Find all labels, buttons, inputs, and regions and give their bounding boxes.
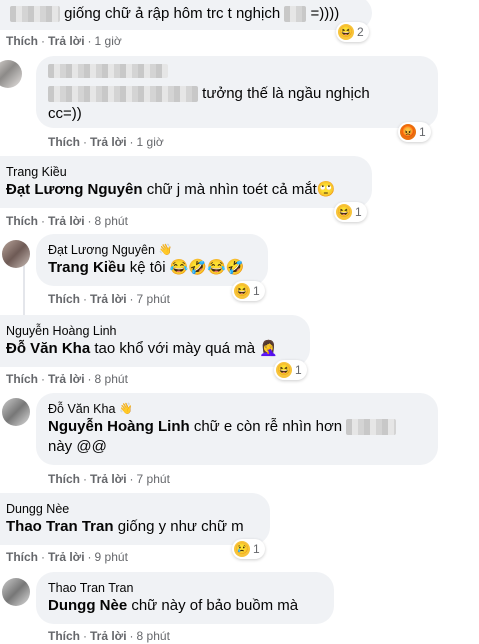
redacted-text <box>346 419 397 436</box>
mention-link[interactable]: Thao Tran Tran <box>6 518 114 535</box>
reply-button[interactable]: Trả lời <box>48 550 85 564</box>
avatar[interactable] <box>2 578 30 606</box>
comment-author[interactable]: Dungg Nèe <box>6 501 258 517</box>
comment-text: Dungg Nèe chữ này of bảo buồm mà <box>48 597 299 614</box>
comment-bubble: tưởng thế là ngầu nghịch cc=)) <box>36 56 438 128</box>
comment-bubble: Dungg Nèe Thao Tran Tran giống y như chữ… <box>0 493 270 545</box>
like-button[interactable]: Thích <box>48 135 80 149</box>
comment-text-line2: cc=)) <box>48 105 82 122</box>
reaction-badge[interactable]: 😡 1 <box>398 122 431 142</box>
comment-author[interactable]: Đỗ Văn Kha 👋 <box>48 401 426 417</box>
mention-link[interactable]: Trang Kiều <box>48 259 126 276</box>
reaction-count: 1 <box>253 542 260 556</box>
redacted-author <box>48 64 168 78</box>
reply-button[interactable]: Trả lời <box>48 34 85 48</box>
comment-author[interactable]: Thao Tran Tran <box>48 580 322 596</box>
comment-author[interactable]: Nguyễn Hoàng Linh <box>6 323 298 339</box>
like-button[interactable]: Thích <box>6 550 38 564</box>
reaction-count: 1 <box>419 125 426 139</box>
comment-text: Trang Kiều kệ tôi 😂🤣😂🤣 <box>48 259 245 276</box>
reply-button[interactable]: Trả lời <box>90 135 127 149</box>
reaction-badge[interactable]: 😢 1 <box>232 539 265 559</box>
mention-link[interactable]: Đạt Lương Nguyên <box>6 181 143 198</box>
timestamp: 8 phút <box>94 372 128 386</box>
reply-button[interactable]: Trả lời <box>90 292 127 306</box>
comment-bubble: Nguyễn Hoàng Linh Đỗ Văn Kha tao khổ với… <box>0 315 310 367</box>
mention-link[interactable]: Nguyễn Hoàng Linh <box>48 418 190 435</box>
like-button[interactable]: Thích <box>6 372 38 386</box>
comment-author[interactable]: Trang Kiều <box>6 164 360 180</box>
redacted-name <box>10 6 60 23</box>
reply-button[interactable]: Trả lời <box>48 214 85 228</box>
comment-bubble: Trang Kiều Đạt Lương Nguyên chữ j mà nhì… <box>0 156 372 208</box>
reaction-badge[interactable]: 😆 2 <box>336 22 369 42</box>
comment-text: giống chữ ả rập hôm trc t nghịch =)))) <box>10 4 360 24</box>
timestamp: 8 phút <box>136 629 170 643</box>
haha-reaction-icon: 😆 <box>336 204 352 220</box>
comment-actions: Thích · Trả lời · 8 phút <box>6 372 128 386</box>
comment-text-line2: này @@ <box>48 438 107 455</box>
comment-actions: Thích · Trả lời · 8 phút <box>6 214 128 228</box>
wave-icon: 👋 <box>158 244 173 256</box>
comment-actions: Thích · Trả lời · 7 phút <box>48 292 170 306</box>
comment-bubble: Thao Tran Tran Dungg Nèe chữ này of bảo … <box>36 572 334 624</box>
avatar[interactable] <box>0 60 22 88</box>
comment-actions: Thích · Trả lời · 7 phút <box>48 472 170 486</box>
wave-icon: 👋 <box>119 403 134 415</box>
reply-button[interactable]: Trả lời <box>90 629 127 643</box>
comment-author[interactable] <box>48 64 426 78</box>
timestamp: 9 phút <box>94 550 128 564</box>
reaction-badge[interactable]: 😆 1 <box>232 281 265 301</box>
mention-link[interactable]: Dungg Nèe <box>48 597 127 614</box>
reaction-count: 2 <box>357 25 364 39</box>
comment-actions: Thích · Trả lời · 9 phút <box>6 550 128 564</box>
haha-reaction-icon: 😆 <box>276 362 292 378</box>
thread-line <box>23 260 25 320</box>
like-button[interactable]: Thích <box>48 292 80 306</box>
angry-reaction-icon: 😡 <box>400 124 416 140</box>
haha-reaction-icon: 😆 <box>338 24 354 40</box>
reaction-count: 1 <box>355 205 362 219</box>
avatar[interactable] <box>2 240 30 268</box>
comment-actions: Thích · Trả lời · 1 giờ <box>48 135 164 149</box>
like-button[interactable]: Thích <box>48 629 80 643</box>
comment-text: Thao Tran Tran giống y như chữ m <box>6 518 244 535</box>
comment-actions: Thích · Trả lời · 8 phút <box>48 629 170 643</box>
like-button[interactable]: Thích <box>6 34 38 48</box>
reply-button[interactable]: Trả lời <box>90 472 127 486</box>
like-button[interactable]: Thích <box>48 472 80 486</box>
mention-link[interactable]: Đỗ Văn Kha <box>6 340 90 357</box>
comment-bubble: Đỗ Văn Kha 👋 Nguyễn Hoàng Linh chữ e còn… <box>36 393 438 465</box>
haha-reaction-icon: 😆 <box>234 283 250 299</box>
avatar[interactable] <box>2 398 30 426</box>
comment-text: Đạt Lương Nguyên chữ j mà nhìn toét cả m… <box>6 181 336 198</box>
reaction-count: 1 <box>295 363 302 377</box>
timestamp: 7 phút <box>136 472 170 486</box>
comment-actions: Thích · Trả lời · 1 giờ <box>6 34 122 48</box>
redacted-text <box>284 6 307 23</box>
reaction-count: 1 <box>253 284 260 298</box>
timestamp: 8 phút <box>94 214 128 228</box>
timestamp: 1 giờ <box>94 34 122 48</box>
sad-reaction-icon: 😢 <box>234 541 250 557</box>
like-button[interactable]: Thích <box>6 214 38 228</box>
redacted-mention <box>48 86 198 103</box>
comment-text: tưởng thế là ngầu nghịch <box>48 84 426 104</box>
reaction-badge[interactable]: 😆 1 <box>334 202 367 222</box>
comment-text: Nguyễn Hoàng Linh chữ e còn rễ nhìn hơn <box>48 417 426 437</box>
timestamp: 1 giờ <box>136 135 164 149</box>
timestamp: 7 phút <box>136 292 170 306</box>
comment-author[interactable]: Đạt Lương Nguyên 👋 <box>48 242 256 258</box>
reaction-badge[interactable]: 😆 1 <box>274 360 307 380</box>
comment-bubble: Đạt Lương Nguyên 👋 Trang Kiều kệ tôi 😂🤣😂… <box>36 234 268 286</box>
comment-text: Đỗ Văn Kha tao khổ với mày quá mà 🤦‍♀️ <box>6 340 278 357</box>
reply-button[interactable]: Trả lời <box>48 372 85 386</box>
comment-bubble: giống chữ ả rập hôm trc t nghịch =)))) <box>0 0 372 30</box>
